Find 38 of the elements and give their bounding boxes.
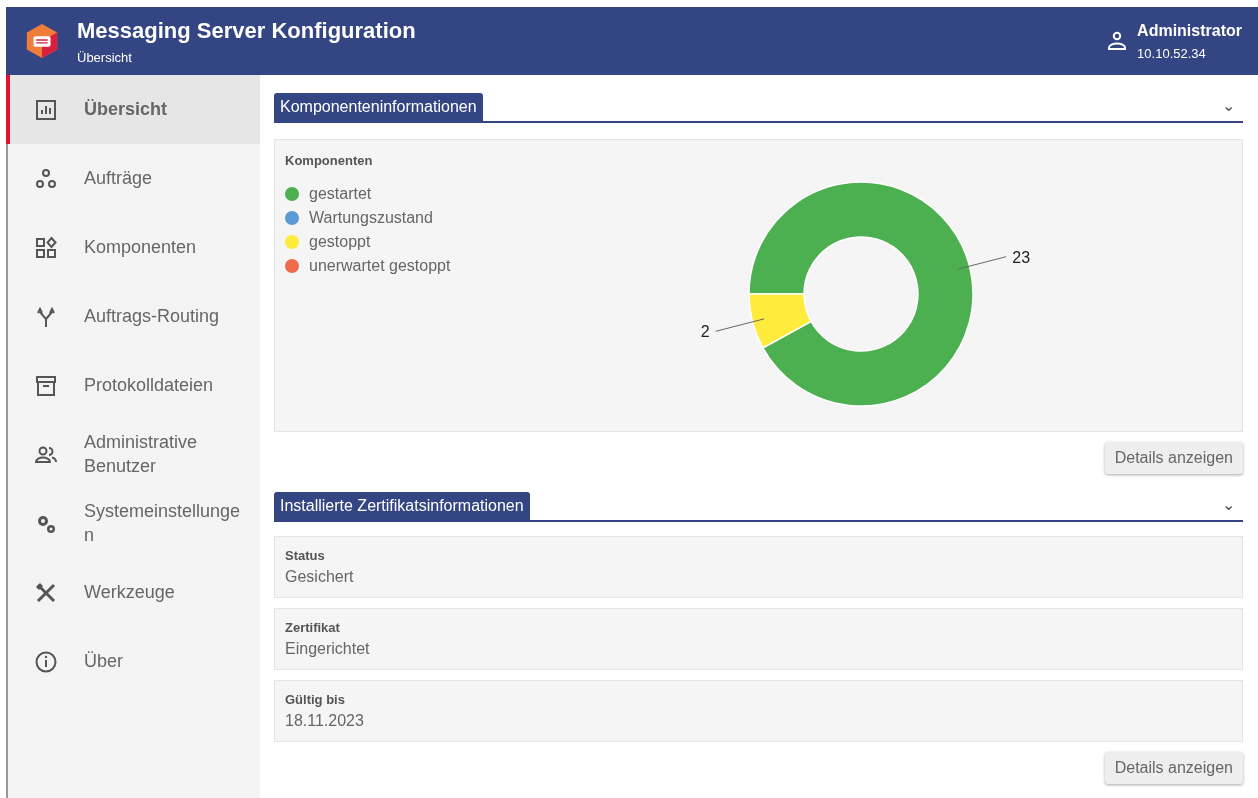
user-name: Administrator	[1137, 21, 1242, 40]
legend-label[interactable]: gestartet	[309, 185, 372, 203]
expand-toggle[interactable]: ⌄	[1214, 495, 1243, 520]
page-subtitle: Übersicht	[77, 49, 133, 65]
sidebar-item[interactable]: Komponenten	[6, 213, 260, 282]
archive-icon	[34, 373, 58, 398]
bar-chart-icon	[34, 97, 58, 122]
details-button[interactable]: Details anzeigen	[1104, 442, 1243, 474]
sidebar-item[interactable]: Übersicht	[6, 75, 260, 144]
field-value: Eingerichtet	[285, 640, 371, 658]
ip-address: 10.10.52.34	[1137, 45, 1207, 61]
legend-label[interactable]: gestoppt	[309, 233, 371, 251]
field-value: Gesichert	[285, 568, 355, 586]
expand-toggle[interactable]: ⌄	[1214, 96, 1243, 121]
field-label: Status	[285, 548, 326, 563]
sidebar-item[interactable]: Administrative Benutzer	[6, 420, 260, 489]
details-button[interactable]: Details anzeigen	[1104, 752, 1243, 784]
sidebar-item[interactable]: Systemeinstellunge n	[6, 489, 260, 558]
field-value: 18.11.2023	[285, 712, 365, 730]
leader-line	[957, 256, 1007, 270]
tools-icon	[34, 580, 58, 605]
legend-label[interactable]: Wartungszustand	[309, 209, 433, 227]
sidebar-item[interactable]: Werkzeuge	[6, 558, 260, 627]
field-label: Zertifikat	[285, 620, 341, 635]
legend-label[interactable]: unerwartet gestoppt	[309, 257, 451, 275]
sidebar-item[interactable]: Aufträge	[6, 144, 260, 213]
sidebar-item[interactable]: Auftrags-Routing	[6, 282, 260, 351]
data-label: 23	[1012, 248, 1031, 266]
panel-title: Komponenten	[285, 153, 373, 168]
info-icon	[34, 649, 58, 674]
field-label: Gültig bis	[285, 692, 346, 707]
circles-icon	[34, 166, 58, 191]
data-label: 2	[700, 323, 710, 341]
app-title: Messaging Server Konfiguration	[77, 17, 416, 44]
sidebar-item[interactable]: Über	[6, 627, 260, 696]
widgets-icon	[34, 235, 58, 260]
sidebar-item[interactable]: Protokolldateien	[6, 351, 260, 420]
leader-line	[715, 318, 765, 332]
